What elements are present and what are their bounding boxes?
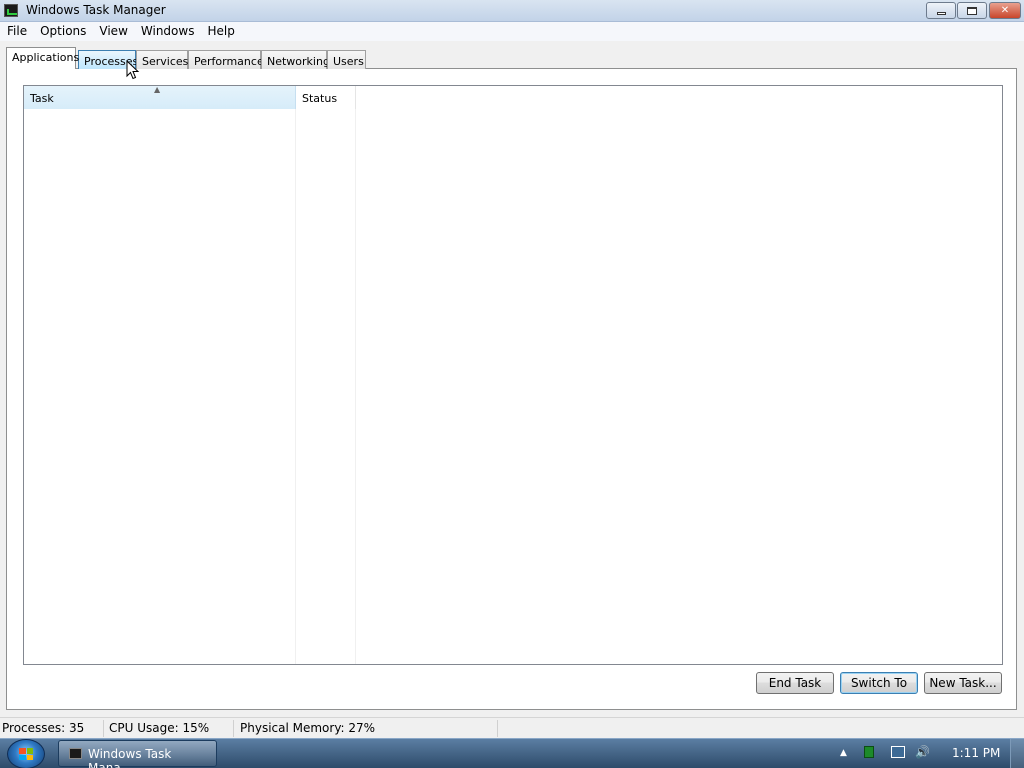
windows-logo-icon (19, 748, 33, 760)
column-header-status[interactable]: Status (296, 86, 356, 109)
column-header-filler (356, 86, 1002, 109)
close-button[interactable]: ✕ (989, 2, 1021, 19)
tab-users[interactable]: Users (327, 50, 366, 69)
menu-options[interactable]: Options (33, 22, 92, 41)
column-task-label: Task (30, 92, 54, 105)
column-header-task[interactable]: ▲ Task (24, 85, 296, 109)
taskbar-item-task-manager[interactable]: Windows Task Mana... (58, 740, 217, 768)
task-list[interactable]: ▲ Task Status (23, 85, 1003, 665)
menu-windows[interactable]: Windows (134, 22, 201, 41)
end-task-button[interactable]: End Task (756, 672, 834, 694)
menu-bar: File Options View Windows Help (0, 22, 1024, 41)
volume-icon[interactable]: 🔊 (915, 745, 930, 759)
tab-performance[interactable]: Performance (188, 50, 264, 69)
sort-ascending-icon: ▲ (154, 85, 161, 94)
tab-applications[interactable]: Applications (6, 47, 79, 69)
show-desktop-button[interactable] (1010, 739, 1024, 768)
status-divider (233, 720, 234, 737)
close-icon: ✕ (1000, 5, 1010, 16)
task-manager-icon (69, 748, 82, 759)
show-hidden-icons-icon[interactable]: ▲ (840, 748, 847, 758)
title-bar[interactable]: Windows Task Manager ✕ (0, 0, 1024, 22)
status-processes: Processes: 35 (2, 721, 85, 735)
restore-button[interactable] (957, 2, 987, 19)
taskbar-item-label: Windows Task Mana... (88, 747, 172, 768)
tab-networking[interactable]: Networking (261, 50, 330, 69)
switch-to-button[interactable]: Switch To (840, 672, 918, 694)
minimize-button[interactable] (926, 2, 956, 19)
mouse-cursor-icon (126, 60, 140, 80)
menu-help[interactable]: Help (200, 22, 240, 41)
new-task-button[interactable]: New Task... (924, 672, 1002, 694)
status-bar: Processes: 35 CPU Usage: 15% Physical Me… (0, 717, 1024, 738)
network-icon[interactable] (891, 746, 905, 758)
column-divider (295, 109, 296, 664)
status-physical-memory: Physical Memory: 27% (240, 721, 376, 735)
window-title: Windows Task Manager (26, 3, 166, 17)
clock[interactable]: 1:11 PM (952, 746, 1000, 760)
task-manager-icon (4, 4, 18, 17)
start-button[interactable] (7, 739, 45, 768)
minimize-icon (936, 12, 946, 15)
taskbar: Windows Task Mana... ▲ 🔊 1:11 PM (0, 738, 1024, 768)
task-manager-tray-icon[interactable] (864, 746, 874, 758)
column-status-label: Status (302, 92, 338, 105)
status-cpu-usage: CPU Usage: 15% (109, 721, 210, 735)
tab-services[interactable]: Services (136, 50, 188, 69)
column-divider (355, 109, 356, 664)
list-header: ▲ Task Status (24, 85, 1002, 109)
menu-file[interactable]: File (0, 22, 33, 41)
status-divider (103, 720, 104, 737)
restore-icon (967, 6, 977, 15)
status-divider (497, 720, 498, 737)
menu-view[interactable]: View (92, 22, 133, 41)
